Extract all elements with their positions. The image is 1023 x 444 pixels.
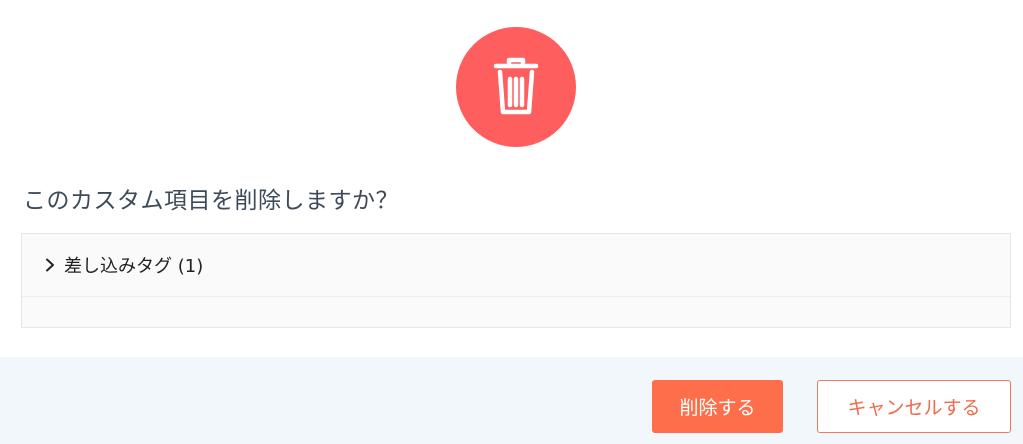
merge-tag-label: 差し込みタグ (1) (64, 256, 204, 277)
trash-icon (493, 57, 539, 115)
merge-tag-row[interactable]: 差し込みタグ (1) (22, 234, 1010, 297)
cancel-button[interactable]: キャンセルする (817, 380, 1011, 433)
chevron-right-icon (46, 258, 54, 272)
delete-button[interactable]: 削除する (652, 380, 783, 433)
trash-icon-badge (456, 27, 576, 147)
collapsible-panel: 差し込みタグ (1) (21, 233, 1011, 328)
dialog-footer: 削除する キャンセルする (0, 357, 1023, 444)
dialog-question: このカスタム項目を削除しますか？ (23, 188, 399, 214)
